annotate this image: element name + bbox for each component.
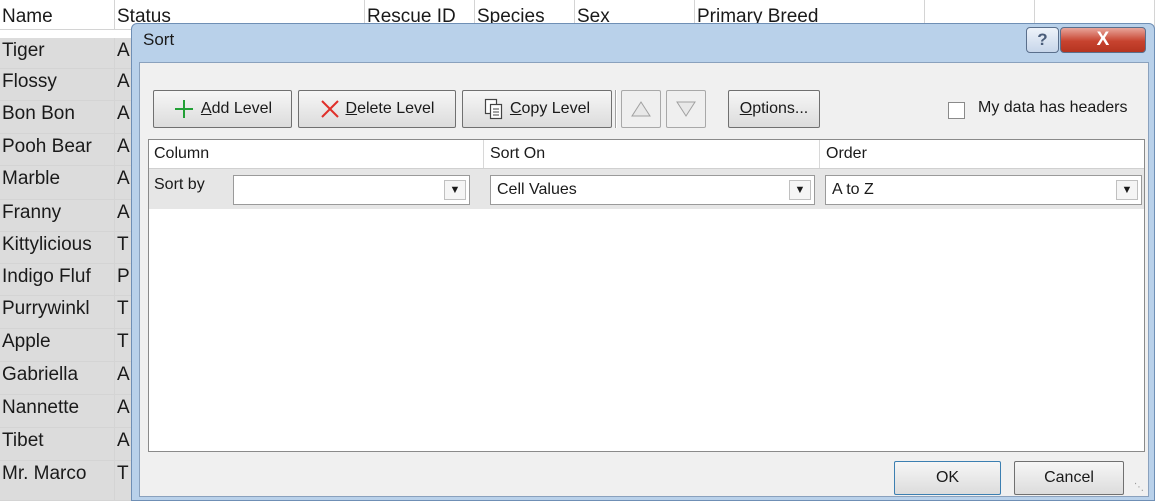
chevron-down-icon[interactable]: ▼ (1116, 180, 1138, 200)
copy-level-button[interactable]: Copy Level (462, 90, 612, 128)
order-value: A to Z (832, 181, 874, 198)
order-dropdown[interactable]: A to Z ▼ (825, 175, 1142, 205)
cell-name[interactable]: Gabriella (0, 362, 115, 395)
column-divider (483, 140, 484, 168)
my-data-has-headers-checkbox[interactable] (948, 102, 965, 119)
cell-name[interactable]: Nannette (0, 395, 115, 428)
my-data-has-headers-label[interactable]: My data has headers (978, 99, 1127, 117)
cell-name[interactable]: Flossy (0, 69, 115, 101)
cell-name[interactable]: Purrywinkl (0, 296, 115, 329)
copy-level-label: Copy Level (509, 100, 591, 117)
move-up-button[interactable] (621, 90, 661, 128)
cell-name[interactable]: Marble (0, 166, 115, 200)
toolbar-separator (615, 90, 617, 128)
cell-name[interactable]: Tiger (0, 38, 115, 69)
sort-on-dropdown[interactable]: Cell Values ▼ (490, 175, 815, 205)
chevron-down-icon[interactable]: ▼ (444, 180, 466, 200)
dialog-body: Add Level Delete Level Copy Level Option… (139, 62, 1149, 497)
title-bar[interactable]: Sort ? X (132, 24, 1154, 62)
options-label: Options... (739, 100, 809, 117)
triangle-down-icon (676, 101, 696, 117)
cell-name[interactable]: Indigo Fluf (0, 264, 115, 296)
cell-name[interactable]: Tibet (0, 428, 115, 461)
cell-name[interactable]: Franny (0, 200, 115, 232)
ok-label: OK (935, 469, 960, 486)
delete-level-label: Delete Level (345, 100, 435, 117)
help-button[interactable]: ? (1026, 27, 1059, 53)
move-down-button[interactable] (666, 90, 706, 128)
sort-on-value: Cell Values (497, 181, 577, 198)
chevron-down-icon[interactable]: ▼ (789, 180, 811, 200)
column-dropdown[interactable]: ▼ (233, 175, 470, 205)
sort-dialog: Sort ? X Add Level Delete Level Copy Lev… (131, 23, 1155, 501)
sort-level-row[interactable]: Sort by ▼ Cell Values ▼ A to Z ▼ (149, 169, 1144, 209)
cancel-button[interactable]: Cancel (1014, 461, 1124, 495)
ok-button[interactable]: OK (894, 461, 1001, 495)
dialog-title: Sort (143, 30, 175, 49)
sort-on-header: Sort On (490, 145, 546, 162)
cell-name[interactable]: Apple (0, 329, 115, 362)
sort-levels-list: Column Sort On Order Sort by ▼ Cell Valu… (148, 139, 1145, 452)
plus-icon (174, 100, 193, 118)
order-header: Order (826, 145, 867, 162)
help-icon: ? (1037, 30, 1048, 49)
close-icon: X (1096, 29, 1110, 50)
cell-name[interactable]: Pooh Bear (0, 134, 115, 166)
sort-by-label: Sort by (154, 176, 205, 193)
cancel-label: Cancel (1044, 469, 1094, 486)
copy-icon (484, 98, 503, 120)
sort-levels-header: Column Sort On Order (149, 140, 1144, 169)
options-button[interactable]: Options... (728, 90, 820, 128)
column-divider (819, 140, 820, 168)
add-level-button[interactable]: Add Level (153, 90, 292, 128)
resize-grip-icon[interactable]: ⋱ (1134, 482, 1146, 494)
x-icon (320, 100, 339, 118)
header-name[interactable]: Name (0, 0, 115, 30)
delete-level-button[interactable]: Delete Level (298, 90, 456, 128)
cell-name[interactable]: Kittylicious (0, 232, 115, 264)
add-level-label: Add Level (200, 100, 273, 117)
triangle-up-icon (631, 101, 651, 117)
cell-name[interactable]: Mr. Marco (0, 461, 115, 501)
cell-name[interactable]: Bon Bon (0, 101, 115, 134)
close-button[interactable]: X (1060, 27, 1146, 53)
column-header: Column (154, 145, 210, 162)
